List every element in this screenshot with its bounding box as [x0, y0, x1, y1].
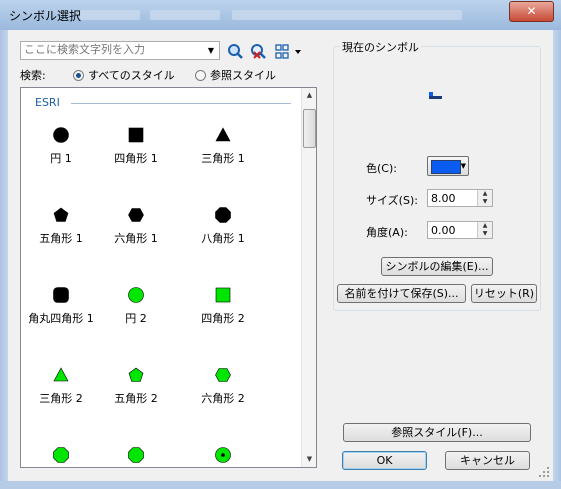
symbol-cell[interactable]: 三角形 2	[21, 366, 101, 406]
search-input[interactable]	[21, 42, 205, 57]
symbol-cell[interactable]: 円 2	[96, 286, 176, 326]
color-swatch	[431, 160, 461, 174]
window-frame-bottom	[0, 481, 561, 489]
size-label: サイズ(S):	[366, 194, 418, 207]
symbol-label: 四角形 2	[201, 312, 245, 325]
search-scope-label: 検索:	[20, 69, 46, 82]
symbol-preview	[429, 92, 442, 99]
radio-unselected-indicator[interactable]	[195, 69, 206, 81]
window-frame-right	[553, 30, 561, 489]
symbol-cell[interactable]: 五角形 2	[96, 366, 176, 406]
radio-selected-indicator[interactable]	[73, 69, 84, 81]
symbol-cell[interactable]: 四角形 2	[183, 286, 263, 326]
symbol-label: 角丸四角形 1	[28, 312, 94, 325]
window-title: シンボル選択	[9, 9, 82, 23]
gallery-scrollbar[interactable]: ▲ ▼	[301, 88, 316, 467]
symbol-label: 四角形 1	[114, 152, 158, 165]
chevron-down-icon: ▼	[460, 162, 466, 170]
chevron-down-icon[interactable]: ▼	[204, 43, 218, 58]
symbol-cell[interactable]: 六角形 2	[183, 366, 263, 406]
symbol-label: 三角形 2	[39, 392, 83, 405]
scrollbar-thumb[interactable]	[303, 109, 316, 148]
symbol-triangle-icon	[215, 127, 231, 142]
spin-down-icon[interactable]: ▼	[478, 230, 492, 238]
symbol-label: 円 1	[50, 152, 72, 165]
color-picker-button[interactable]: ▼	[427, 156, 469, 176]
search-icon[interactable]	[227, 43, 244, 60]
symbol-octagon-icon	[128, 447, 144, 463]
gallery-group-title: ESRI	[35, 96, 60, 109]
background-title-ghost	[150, 10, 220, 20]
save-as-button[interactable]: 名前を付けて保存(S)...	[337, 284, 466, 303]
symbol-label: 六角形 1	[114, 232, 158, 245]
background-title-ghost	[80, 10, 140, 20]
symbol-label: 五角形 1	[39, 232, 83, 245]
spin-down-icon[interactable]: ▼	[478, 198, 492, 206]
symbol-cell[interactable]	[96, 446, 176, 467]
symbol-label: 円 2	[125, 312, 147, 325]
cancel-button[interactable]: キャンセル	[445, 451, 530, 470]
close-button[interactable]: ✕	[509, 1, 554, 22]
symbol-cell[interactable]: 六角形 1	[96, 206, 176, 246]
symbol-square-icon	[128, 127, 144, 143]
reset-button[interactable]: リセット(R)	[471, 284, 537, 303]
title-bar: シンボル選択 ✕	[0, 0, 561, 31]
symbol-triangle-icon	[53, 367, 69, 382]
symbol-label: 五角形 2	[114, 392, 158, 405]
symbol-cell[interactable]: 五角形 1	[21, 206, 101, 246]
symbol-label: 六角形 2	[201, 392, 245, 405]
symbol-cell[interactable]: 角丸四角形 1	[21, 286, 101, 326]
symbol-cell[interactable]: 円 1	[21, 126, 101, 166]
symbol-cell[interactable]: 八角形 1	[183, 206, 263, 246]
scroll-up-icon[interactable]: ▲	[302, 88, 316, 103]
angle-spinner[interactable]: ▲▼	[427, 221, 493, 239]
window-frame-left	[0, 30, 8, 489]
symbol-rounded-square-icon	[53, 287, 69, 303]
search-combo[interactable]: ▼	[20, 41, 220, 60]
symbol-hexagon-icon	[128, 208, 144, 222]
background-title-ghost	[232, 10, 462, 20]
symbol-octagon-icon	[215, 207, 231, 223]
symbol-cell[interactable]	[183, 446, 263, 467]
symbol-gallery[interactable]: ESRI 円 1 四角形 1 三角形 1 五角形 1 六角形 1 八角形 1 角丸四角形 1…	[20, 87, 317, 468]
group-divider	[71, 103, 291, 104]
view-options-icon[interactable]	[275, 43, 303, 60]
symbol-square-icon	[215, 287, 231, 303]
edit-symbol-button[interactable]: シンボルの編集(E)...	[381, 257, 493, 276]
ok-button[interactable]: OK	[342, 451, 427, 470]
symbol-cell[interactable]	[21, 446, 101, 467]
symbol-pentagon-icon	[128, 367, 144, 382]
symbol-circle-dot-icon	[215, 447, 231, 463]
scroll-down-icon[interactable]: ▼	[302, 452, 316, 467]
size-field[interactable]	[428, 190, 480, 206]
radio-referenced-styles-label: 参照スタイル	[210, 69, 276, 82]
angle-label: 角度(A):	[366, 226, 408, 239]
style-references-button[interactable]: 参照スタイル(F)...	[343, 423, 531, 442]
symbol-octagon-icon	[53, 447, 69, 463]
current-symbol-group-title: 現在のシンボル	[340, 39, 421, 55]
symbol-label: 三角形 1	[201, 152, 245, 165]
symbol-pentagon-icon	[53, 207, 69, 222]
spin-up-icon[interactable]: ▲	[478, 222, 492, 230]
radio-referenced-styles[interactable]: 参照スタイル	[195, 67, 276, 83]
clear-search-icon[interactable]	[250, 43, 267, 60]
color-label: 色(C):	[366, 162, 397, 175]
symbol-cell[interactable]: 三角形 1	[183, 126, 263, 166]
radio-all-styles[interactable]: すべてのスタイル	[73, 67, 175, 83]
symbol-hexagon-icon	[215, 368, 231, 382]
symbol-cell[interactable]: 四角形 1	[96, 126, 176, 166]
angle-field[interactable]	[428, 222, 480, 238]
symbol-circle-icon	[53, 127, 69, 143]
symbol-circle-icon	[128, 287, 144, 303]
resize-grip-icon[interactable]	[538, 466, 550, 478]
spin-up-icon[interactable]: ▲	[478, 190, 492, 198]
radio-all-styles-label: すべてのスタイル	[88, 69, 175, 82]
symbol-label: 八角形 1	[201, 232, 245, 245]
size-spinner[interactable]: ▲▼	[427, 189, 493, 207]
